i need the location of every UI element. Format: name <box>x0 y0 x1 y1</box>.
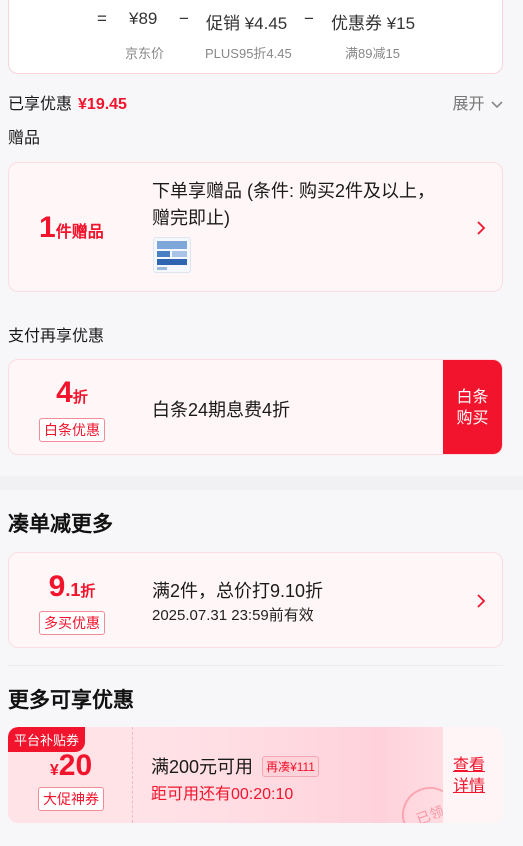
bundle-discount-decimal: .1 <box>65 580 81 600</box>
coupon-amount: 优惠券 ¥15 <box>331 14 416 33</box>
coupon-detail-label: 查看 详情 <box>453 755 485 797</box>
coupon-detail-line2: 详情 <box>453 778 486 795</box>
coupon-caption: 满89减15 <box>345 46 400 61</box>
gift-product-thumbnail[interactable] <box>153 237 191 273</box>
gift-product-image <box>157 241 187 270</box>
coupon-detail-button[interactable]: 查看 详情 <box>443 727 503 823</box>
bundle-discount-unit: 折 <box>80 583 96 600</box>
gift-description: 下单享赠品 (条件: 购买2件及以上， 赠完即止) <box>152 178 472 232</box>
pay-discount-number: 4 <box>56 376 73 409</box>
baitiao-buy-line1: 白条 <box>456 389 489 406</box>
price-breakdown-card: = ¥89 − 促销 ¥4.45 − 优惠券 ¥15 京东价 PLUS95折4.… <box>8 0 503 74</box>
bundle-section-title: 凑单减更多 <box>8 513 113 536</box>
enjoyed-discount: 已享优惠 ¥19.45 <box>8 90 127 114</box>
coupon-detail-line1: 查看 <box>453 757 486 774</box>
enjoyed-label: 已享优惠 <box>8 96 73 113</box>
gift-count-number: 1 <box>39 211 56 244</box>
jd-price: ¥89 <box>129 9 158 28</box>
expand-button[interactable]: 展开 <box>453 90 503 114</box>
coupon-countdown: 距可用还有00:20:10 <box>151 786 294 803</box>
baitiao-buy-line2: 购买 <box>456 410 489 427</box>
coupon-condition-text: 满200元可用 <box>151 757 254 777</box>
price-formula: = ¥89 − 促销 ¥4.45 − 优惠券 ¥15 <box>9 9 502 33</box>
minus-sign: − <box>179 9 189 28</box>
pay-discount-unit: 折 <box>72 389 88 406</box>
bundle-card[interactable]: 9.1折 多买优惠 满2件，总价打9.10折 2025.07.31 23:59前… <box>8 552 503 648</box>
coupon-condition: 满200元可用 再凑¥111 <box>151 753 319 779</box>
minus-sign: − <box>304 9 314 28</box>
baitiao-tag: 白条优惠 <box>39 418 105 442</box>
plus-caption: PLUS95折4.45 <box>205 46 292 61</box>
chevron-right-icon <box>477 221 486 235</box>
gift-card[interactable]: 1件赠品 下单享赠品 (条件: 购买2件及以上， 赠完即止) <box>8 162 503 292</box>
bundle-description: 满2件，总价打9.10折 <box>152 581 324 601</box>
baitiao-buy-button[interactable]: 白条 购买 <box>443 360 502 454</box>
equals-sign: = <box>97 9 107 28</box>
bundle-discount-number: 9 <box>48 570 66 603</box>
bundle-tag: 多买优惠 <box>39 611 105 635</box>
baitiao-card[interactable]: 4折 白条优惠 白条24期息费4折 白条 购买 <box>8 359 503 455</box>
gift-desc-line1: 下单享赠品 (条件: 购买2件及以上， <box>152 181 436 201</box>
more-section-title: 更多可享优惠 <box>8 689 134 712</box>
gift-count: 1件赠品 <box>39 211 104 245</box>
gift-section-label: 赠品 <box>8 130 41 147</box>
pay-section-label: 支付再享优惠 <box>8 328 105 345</box>
chevron-right-icon <box>477 594 486 608</box>
divider <box>8 665 503 666</box>
bundle-discount: 9.1折 <box>9 570 135 604</box>
coupon-tag: 大促神券 <box>38 787 104 811</box>
enjoyed-amount: ¥19.45 <box>78 96 127 113</box>
jd-price-caption: 京东价 <box>125 46 165 61</box>
bundle-validity: 2025.07.31 23:59前有效 <box>152 607 314 624</box>
chevron-down-icon <box>491 101 503 108</box>
platform-coupon-card[interactable]: 平台补贴券 ¥20 大促神券 满200元可用 再凑¥111 距可用还有00:20… <box>8 727 503 823</box>
coupon-extra-badge: 再凑¥111 <box>262 756 319 777</box>
expand-label: 展开 <box>452 96 485 113</box>
coupon-currency: ¥ <box>49 762 59 779</box>
gift-count-unit: 件赠品 <box>55 224 104 241</box>
pay-discount: 4折 <box>9 376 135 410</box>
coupon-amount: ¥20 <box>8 749 134 783</box>
gift-desc-line2: 赠完即止) <box>152 208 230 228</box>
promo-amount: 促销 ¥4.45 <box>206 14 288 33</box>
baitiao-description: 白条24期息费4折 <box>152 400 291 420</box>
coupon-value: 20 <box>58 749 93 782</box>
section-separator <box>0 476 523 490</box>
